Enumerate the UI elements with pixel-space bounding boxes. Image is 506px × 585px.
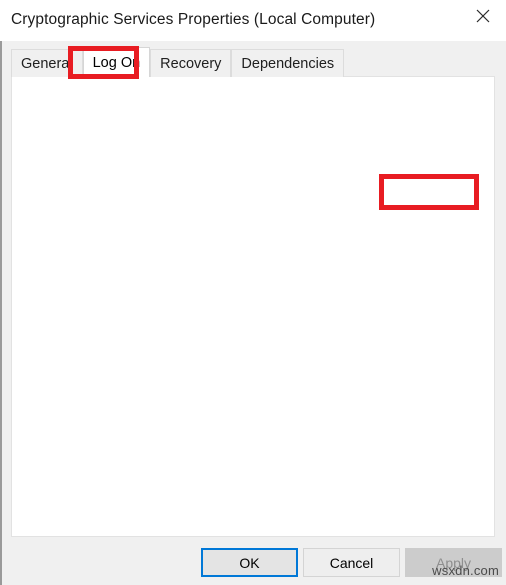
close-icon: [476, 9, 490, 23]
tab-recovery[interactable]: Recovery: [150, 49, 232, 77]
watermark: wsxdn.com: [432, 563, 499, 578]
ok-button[interactable]: OK: [201, 548, 298, 577]
service-properties-dialog: Cryptographic Services Properties (Local…: [0, 0, 506, 585]
close-button[interactable]: [460, 0, 506, 32]
tab-strip: General Log On Recovery Dependencies: [11, 47, 345, 77]
cancel-button[interactable]: Cancel: [303, 548, 400, 577]
tab-panel-log-on: [11, 76, 495, 537]
window-title: Cryptographic Services Properties (Local…: [11, 11, 376, 28]
tab-general[interactable]: General: [11, 49, 83, 77]
title-bar: Cryptographic Services Properties (Local…: [0, 0, 506, 41]
tab-log-on[interactable]: Log On: [82, 47, 151, 77]
tab-dependencies[interactable]: Dependencies: [231, 49, 345, 77]
